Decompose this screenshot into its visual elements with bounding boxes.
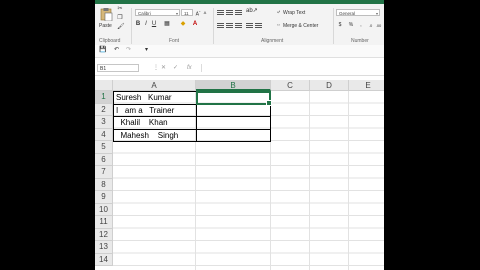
ribbon-separator [131, 8, 132, 44]
format-painter-icon[interactable]: 🖌 [117, 24, 125, 31]
row-header[interactable]: 4 [95, 128, 113, 141]
merge-center-icon: ⇔ [276, 22, 281, 28]
enter-icon[interactable]: ✓ [173, 64, 178, 72]
copy-icon[interactable]: ❐ [117, 15, 123, 22]
font-size-value: 11 [184, 11, 189, 16]
cell-b3[interactable] [196, 116, 271, 130]
formula-input[interactable] [201, 64, 384, 72]
align-center-icon[interactable] [226, 23, 233, 29]
percent-button[interactable]: % [348, 22, 354, 29]
align-left-icon[interactable] [217, 23, 224, 29]
save-icon[interactable]: 💾 [99, 47, 106, 54]
row-header[interactable]: 13 [95, 241, 113, 254]
select-all-corner[interactable] [95, 80, 113, 91]
orientation-icon[interactable]: ab↗ [246, 8, 258, 15]
align-bottom-icon[interactable] [235, 10, 242, 16]
excel-window: Paste ✂ ❐ 🖌 Clipboard Calibri ▾ 11 A^ A B… [95, 0, 384, 270]
row-header[interactable]: 12 [95, 228, 113, 241]
quick-access-toolbar: 💾 ↶ ↷ ▾ [95, 45, 384, 58]
comma-button[interactable]: , [358, 22, 364, 29]
decrease-decimal-icon[interactable]: .00 [375, 22, 382, 29]
chevron-down-icon: ▾ [175, 11, 178, 16]
group-label-clipboard: Clipboard [99, 38, 121, 44]
currency-button[interactable]: $ [337, 22, 343, 29]
cancel-icon[interactable]: ✕ [161, 64, 166, 72]
borders-icon[interactable]: ▦ [163, 21, 171, 28]
cell-b2[interactable] [196, 103, 271, 117]
chevron-down-icon: ▾ [375, 11, 378, 16]
row-header[interactable]: 11 [95, 216, 113, 229]
fill-color-icon[interactable]: ◆ [179, 21, 187, 28]
row-header[interactable]: 1 [95, 91, 113, 104]
font-name-value: Calibri [138, 11, 151, 16]
column-header-d[interactable]: D [310, 80, 349, 91]
name-box[interactable]: B1 [97, 64, 139, 72]
insert-function-icon[interactable]: fx [187, 64, 192, 72]
font-name-select[interactable]: Calibri ▾ [135, 9, 180, 16]
column-header-c[interactable]: C [271, 80, 310, 91]
increase-indent-icon[interactable] [255, 23, 262, 29]
decrease-font-icon[interactable]: A [202, 9, 208, 16]
redo-icon[interactable]: ↷ [125, 47, 132, 54]
increase-decimal-icon[interactable]: .0 [367, 22, 374, 29]
cell-a1[interactable]: Suresh Kumar [113, 91, 197, 105]
merge-center-button[interactable]: Merge & Center [283, 23, 318, 29]
column-header-b[interactable]: B [196, 80, 271, 91]
row-header[interactable]: 9 [95, 191, 113, 204]
align-right-icon[interactable] [235, 23, 242, 29]
row-header[interactable]: 10 [95, 203, 113, 216]
group-label-number: Number [351, 38, 369, 44]
cell-b4[interactable] [196, 128, 271, 142]
font-color-icon[interactable]: A [191, 21, 199, 28]
row-header[interactable]: 14 [95, 253, 113, 266]
underline-button[interactable]: U [151, 21, 157, 28]
cut-icon[interactable]: ✂ [117, 6, 123, 13]
fill-handle[interactable] [266, 100, 272, 106]
font-size-select[interactable]: 11 [181, 9, 193, 16]
cell-a4[interactable]: Mahesh Singh [113, 128, 197, 142]
column-header-e[interactable]: E [349, 80, 384, 91]
row-header[interactable]: 3 [95, 116, 113, 129]
cell-a3[interactable]: Khalil Khan [113, 116, 197, 130]
increase-font-icon[interactable]: A^ [195, 9, 201, 19]
align-top-icon[interactable] [217, 10, 224, 16]
undo-icon[interactable]: ↶ [113, 47, 120, 54]
bold-button[interactable]: B [135, 21, 141, 28]
wrap-text-button[interactable]: Wrap Text [283, 10, 305, 16]
decrease-indent-icon[interactable] [246, 23, 253, 29]
menu-dots-icon: ⋮ [153, 65, 159, 71]
paste-icon[interactable] [98, 7, 114, 22]
row-header[interactable]: 8 [95, 178, 113, 191]
italic-button[interactable]: I [143, 21, 149, 28]
row-header[interactable]: 5 [95, 141, 113, 154]
ribbon-home: Paste ✂ ❐ 🖌 Clipboard Calibri ▾ 11 A^ A B… [95, 4, 384, 46]
row-header[interactable]: 6 [95, 153, 113, 166]
number-format-value: General [339, 11, 356, 16]
ribbon-separator [333, 8, 334, 44]
customize-icon[interactable]: ▾ [143, 47, 150, 54]
group-label-alignment: Alignment [261, 38, 284, 44]
row-header[interactable]: 2 [95, 103, 113, 116]
group-label-font: Font [169, 38, 180, 44]
cell-a2[interactable]: I am a Trainer [113, 103, 197, 117]
formula-bar: B1 ⋮ ✕ ✓ fx [95, 62, 384, 76]
column-header-a[interactable]: A [113, 80, 196, 91]
align-middle-icon[interactable] [226, 10, 233, 16]
active-cell-selection[interactable] [196, 91, 272, 106]
wrap-text-icon: ⤶ [277, 9, 280, 15]
number-format-select[interactable]: General ▾ [336, 9, 380, 16]
ribbon-separator [213, 8, 214, 44]
paste-button[interactable]: Paste [99, 23, 112, 29]
row-header[interactable]: 7 [95, 166, 113, 179]
